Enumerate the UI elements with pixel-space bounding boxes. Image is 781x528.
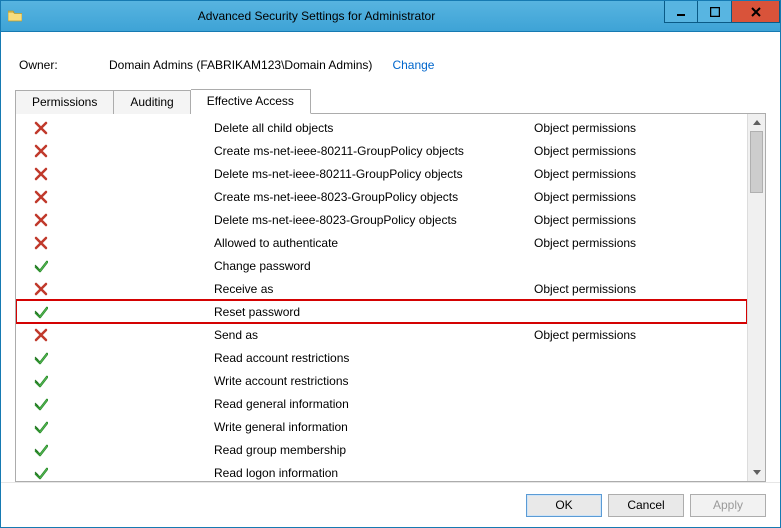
deny-icon [34, 328, 214, 342]
access-limited-by: Object permissions [534, 213, 747, 227]
permission-row[interactable]: Delete all child objectsObject permissio… [16, 116, 747, 139]
permissions-list: Delete all child objectsObject permissio… [15, 114, 766, 482]
permission-name: Create ms-net-ieee-80211-GroupPolicy obj… [214, 144, 534, 158]
deny-icon [34, 167, 214, 181]
scroll-thumb[interactable] [750, 131, 763, 193]
deny-icon [34, 121, 214, 135]
permission-name: Read logon information [214, 466, 534, 480]
permission-row[interactable]: Create ms-net-ieee-8023-GroupPolicy obje… [16, 185, 747, 208]
permission-row[interactable]: Read group membership [16, 438, 747, 461]
permission-name: Send as [214, 328, 534, 342]
allow-icon [34, 420, 214, 434]
allow-icon [34, 351, 214, 365]
permission-name: Receive as [214, 282, 534, 296]
allow-icon [34, 397, 214, 411]
access-limited-by: Object permissions [534, 167, 747, 181]
access-limited-by: Object permissions [534, 282, 747, 296]
permission-name: Write account restrictions [214, 374, 534, 388]
scroll-up-button[interactable] [748, 114, 765, 131]
tab-effective-access[interactable]: Effective Access [191, 89, 311, 114]
minimize-button[interactable] [664, 1, 698, 23]
access-limited-by: Object permissions [534, 328, 747, 342]
allow-icon [34, 374, 214, 388]
owner-row: Owner: Domain Admins (FABRIKAM123\Domain… [19, 58, 762, 72]
window-controls [664, 1, 780, 31]
permission-name: Read group membership [214, 443, 534, 457]
deny-icon [34, 213, 214, 227]
permission-name: Delete all child objects [214, 121, 534, 135]
permission-name: Allowed to authenticate [214, 236, 534, 250]
security-settings-window: Advanced Security Settings for Administr… [0, 0, 781, 528]
access-limited-by: Object permissions [534, 190, 747, 204]
tab-auditing[interactable]: Auditing [114, 90, 190, 114]
allow-icon [34, 305, 214, 319]
tabs: Permissions Auditing Effective Access [15, 88, 766, 114]
folder-icon [7, 8, 23, 24]
access-limited-by: Object permissions [534, 144, 747, 158]
allow-icon [34, 259, 214, 273]
permission-row[interactable]: Write account restrictions [16, 369, 747, 392]
permission-name: Read general information [214, 397, 534, 411]
permission-row[interactable]: Change password [16, 254, 747, 277]
deny-icon [34, 144, 214, 158]
permission-row[interactable]: Delete ms-net-ieee-8023-GroupPolicy obje… [16, 208, 747, 231]
apply-button[interactable]: Apply [690, 494, 766, 517]
permission-row[interactable]: Read account restrictions [16, 346, 747, 369]
maximize-button[interactable] [698, 1, 732, 23]
titlebar: Advanced Security Settings for Administr… [1, 1, 780, 32]
window-title: Advanced Security Settings for Administr… [29, 9, 664, 23]
permission-name: Read account restrictions [214, 351, 534, 365]
permission-row[interactable]: Reset password [16, 300, 747, 323]
permission-name: Reset password [214, 305, 534, 319]
ok-button[interactable]: OK [526, 494, 602, 517]
permission-row[interactable]: Delete ms-net-ieee-80211-GroupPolicy obj… [16, 162, 747, 185]
permissions-list-rows: Delete all child objectsObject permissio… [16, 114, 747, 481]
permission-row[interactable]: Create ms-net-ieee-80211-GroupPolicy obj… [16, 139, 747, 162]
tab-permissions[interactable]: Permissions [15, 90, 114, 114]
client-area: Owner: Domain Admins (FABRIKAM123\Domain… [1, 32, 780, 482]
change-owner-link[interactable]: Change [392, 58, 434, 72]
permission-name: Create ms-net-ieee-8023-GroupPolicy obje… [214, 190, 534, 204]
owner-value: Domain Admins (FABRIKAM123\Domain Admins… [109, 58, 372, 72]
owner-label: Owner: [19, 58, 99, 72]
access-limited-by: Object permissions [534, 236, 747, 250]
allow-icon [34, 443, 214, 457]
scroll-track[interactable] [748, 131, 765, 464]
dialog-button-row: OK Cancel Apply [1, 482, 780, 527]
permission-row[interactable]: Write general information [16, 415, 747, 438]
cancel-button[interactable]: Cancel [608, 494, 684, 517]
permission-name: Change password [214, 259, 534, 273]
deny-icon [34, 282, 214, 296]
permission-name: Delete ms-net-ieee-80211-GroupPolicy obj… [214, 167, 534, 181]
permission-row[interactable]: Allowed to authenticateObject permission… [16, 231, 747, 254]
close-button[interactable] [732, 1, 780, 23]
permission-row[interactable]: Read logon information [16, 461, 747, 481]
permission-name: Delete ms-net-ieee-8023-GroupPolicy obje… [214, 213, 534, 227]
scroll-down-button[interactable] [748, 464, 765, 481]
permission-row[interactable]: Send asObject permissions [16, 323, 747, 346]
allow-icon [34, 466, 214, 480]
access-limited-by: Object permissions [534, 121, 747, 135]
deny-icon [34, 236, 214, 250]
permission-name: Write general information [214, 420, 534, 434]
permission-row[interactable]: Read general information [16, 392, 747, 415]
permission-row[interactable]: Receive asObject permissions [16, 277, 747, 300]
vertical-scrollbar[interactable] [747, 114, 765, 481]
deny-icon [34, 190, 214, 204]
